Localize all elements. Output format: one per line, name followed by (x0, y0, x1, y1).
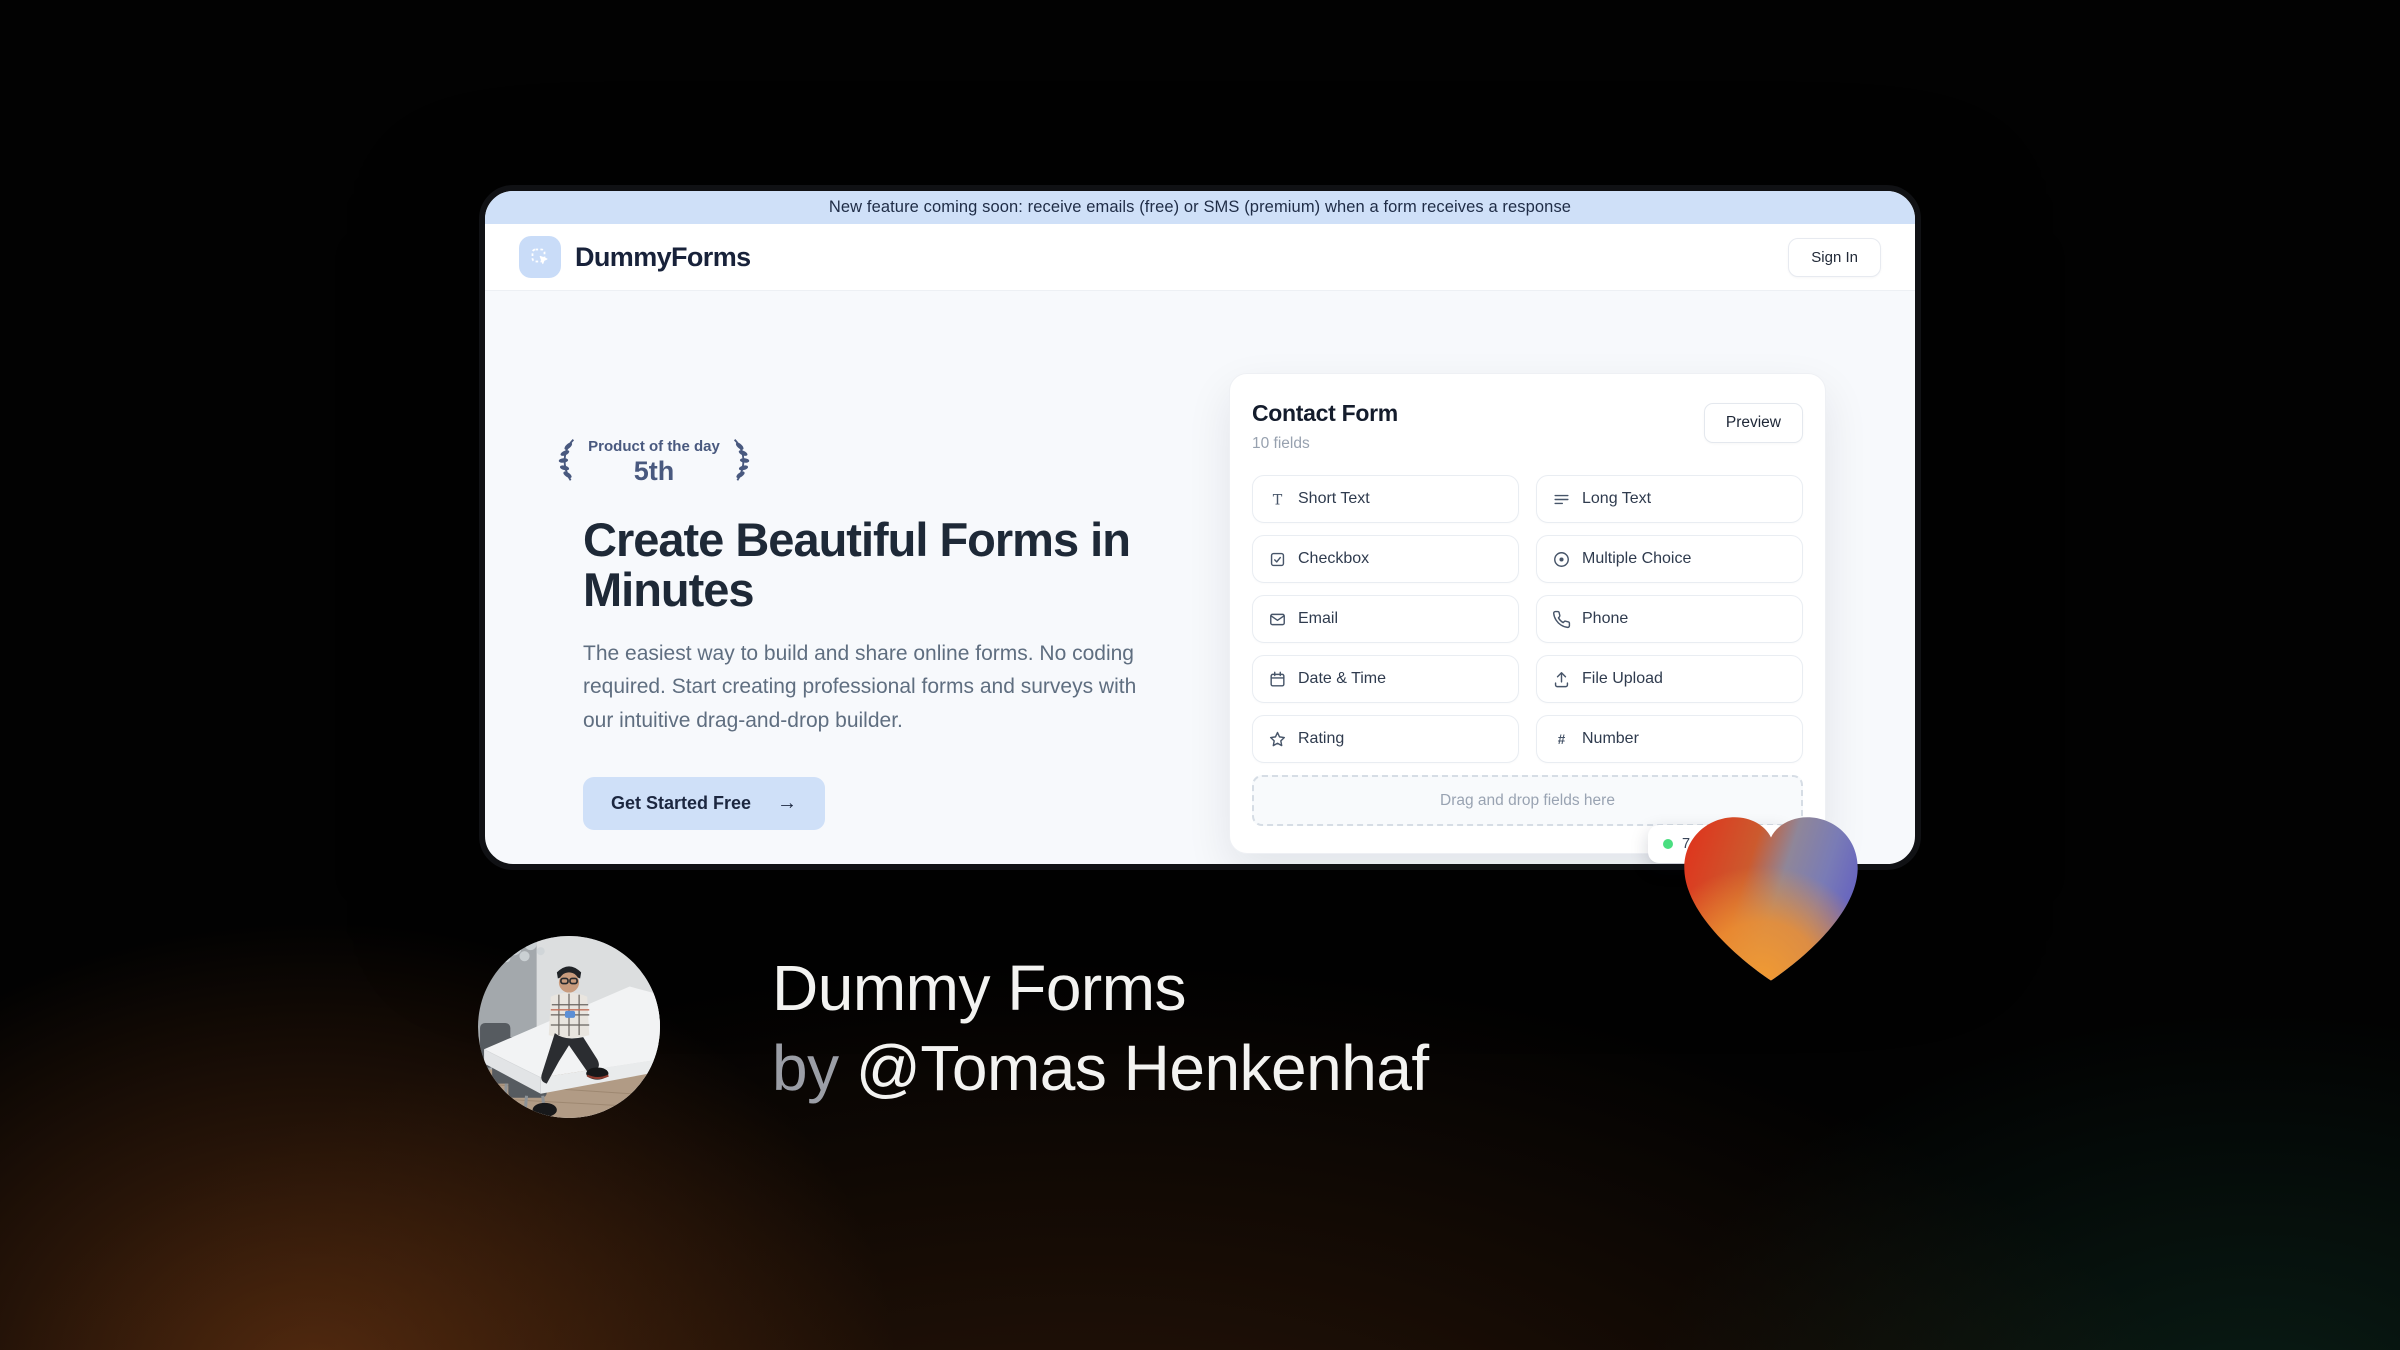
green-dot-icon (1663, 839, 1673, 849)
field-type-rating[interactable]: Rating (1252, 715, 1519, 763)
maker-avatar (478, 936, 660, 1118)
heart-icon (1676, 811, 1866, 990)
caption-line2: by @Tomas Henkenhaf (772, 1028, 1429, 1108)
svg-text:#: # (1558, 731, 1566, 746)
star-icon (1268, 730, 1287, 749)
hash-icon: # (1552, 730, 1571, 749)
dropzone-label: Drag and drop fields here (1440, 791, 1615, 809)
caption-by: by (772, 1032, 856, 1104)
field-type-grid: T Short Text Long Text Checkbox Multiple Cho… (1252, 475, 1803, 763)
logo-icon (519, 236, 561, 278)
field-type-date-time[interactable]: Date & Time (1252, 655, 1519, 703)
field-type-label: Long Text (1582, 490, 1652, 507)
field-type-multiple-choice[interactable]: Multiple Choice (1536, 535, 1803, 583)
field-type-short-text[interactable]: T Short Text (1252, 475, 1519, 523)
field-type-long-text[interactable]: Long Text (1536, 475, 1803, 523)
field-type-label: Phone (1582, 610, 1629, 627)
preview-button[interactable]: Preview (1703, 403, 1803, 443)
field-type-checkbox[interactable]: Checkbox (1252, 535, 1519, 583)
field-type-number[interactable]: # Number (1536, 715, 1803, 763)
product-of-the-day-badge: Product of the day 5th (558, 434, 750, 491)
award-title: Product of the day (588, 438, 720, 455)
caption-line1: Dummy Forms (772, 952, 1187, 1024)
field-type-label: File Upload (1582, 670, 1663, 687)
svg-text:T: T (1273, 492, 1283, 508)
form-builder-card: Contact Form 10 fields Preview T Short Te… (1229, 373, 1826, 854)
field-type-label: Rating (1298, 730, 1345, 747)
email-icon (1268, 610, 1287, 629)
field-type-file-upload[interactable]: File Upload (1536, 655, 1803, 703)
phone-icon (1552, 610, 1571, 629)
long-text-icon (1552, 490, 1571, 509)
laurel-left-icon (554, 434, 578, 491)
field-type-email[interactable]: Email (1252, 595, 1519, 643)
hero-description: The easiest way to build and share onlin… (583, 641, 1137, 732)
sign-in-button[interactable]: Sign In (1788, 237, 1881, 277)
laurel-right-icon (730, 434, 754, 491)
announcement-text: New feature coming soon: receive emails … (828, 198, 1572, 216)
arrow-right-icon: → (777, 792, 798, 815)
app-window: New feature coming soon: receive emails … (479, 185, 1921, 870)
caption: Dummy Forms by @Tomas Henkenhaf (772, 948, 1429, 1108)
field-type-label: Short Text (1298, 490, 1370, 507)
field-type-label: Email (1298, 610, 1339, 627)
field-type-label: Checkbox (1298, 550, 1370, 567)
award-text: Product of the day 5th (588, 438, 720, 487)
announcement-banner: New feature coming soon: receive emails … (485, 191, 1915, 224)
calendar-icon (1268, 670, 1287, 689)
short-text-icon: T (1268, 490, 1287, 509)
brand-name: DummyForms (575, 241, 751, 272)
page-canvas: New feature coming soon: receive emails … (0, 0, 2400, 1350)
hero-heading: Create Beautiful Forms in Minutes (583, 513, 1131, 616)
award-rank: 5th (633, 456, 675, 486)
field-type-phone[interactable]: Phone (1536, 595, 1803, 643)
multiple-choice-icon (1552, 550, 1571, 569)
checkbox-icon (1268, 550, 1287, 569)
brand-logo[interactable]: DummyForms (519, 236, 751, 278)
field-type-label: Multiple Choice (1582, 550, 1692, 567)
field-type-label: Number (1582, 730, 1639, 747)
caption-name: @Tomas Henkenhaf (855, 1032, 1429, 1104)
top-navigation: DummyForms Sign In (485, 224, 1915, 291)
upload-icon (1552, 670, 1571, 689)
get-started-button[interactable]: Get Started Free → (583, 777, 826, 831)
hero-section: Product of the day 5th Create Beautiful … (558, 434, 1168, 831)
field-type-label: Date & Time (1298, 670, 1387, 687)
cta-label: Get Started Free (611, 793, 752, 814)
